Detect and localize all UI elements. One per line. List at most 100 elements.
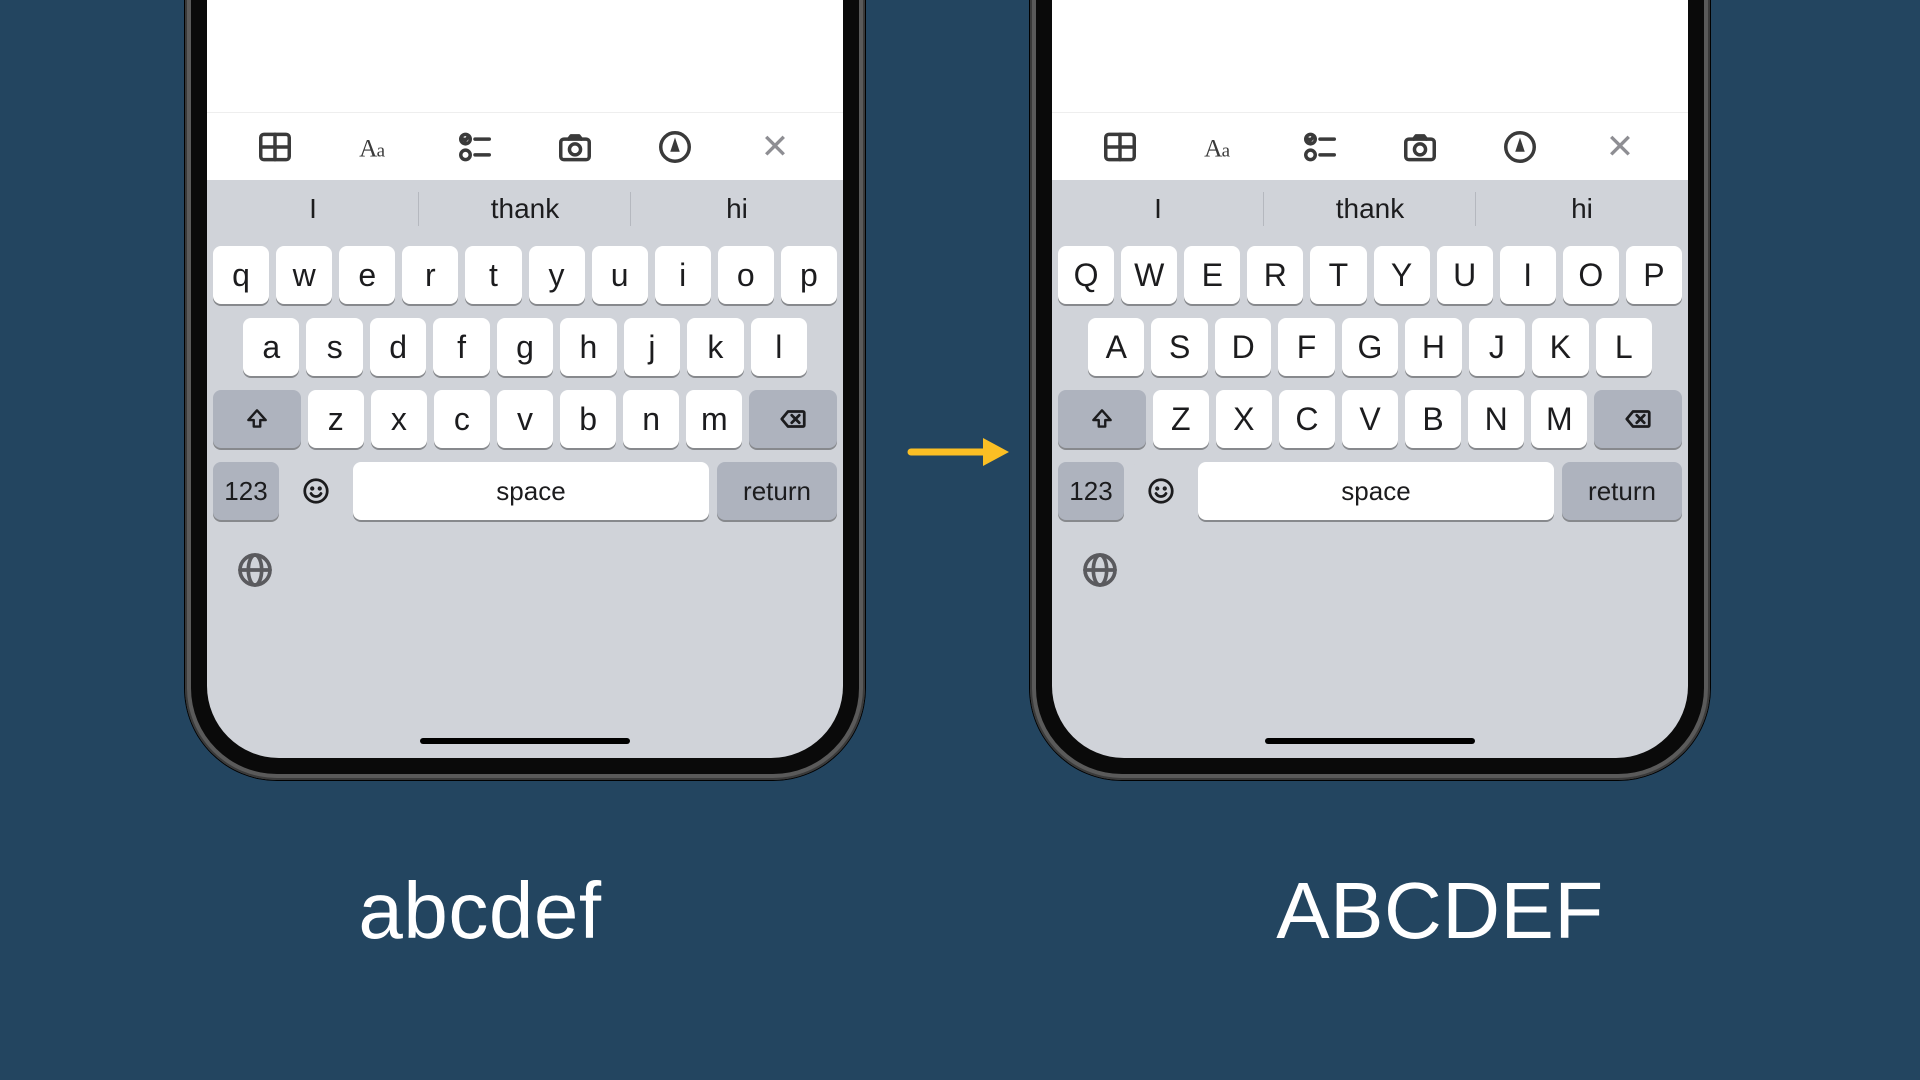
globe-row	[207, 530, 843, 610]
key-i[interactable]: i	[655, 246, 711, 304]
key-k[interactable]: K	[1532, 318, 1588, 376]
key-b[interactable]: b	[560, 390, 616, 448]
table-icon[interactable]	[252, 124, 298, 170]
return-key[interactable]: return	[1562, 462, 1682, 520]
notes-toolbar: Aa ✕	[1052, 112, 1688, 180]
key-t[interactable]: t	[465, 246, 521, 304]
shift-key[interactable]	[213, 390, 301, 448]
key-y[interactable]: Y	[1374, 246, 1430, 304]
key-v[interactable]: v	[497, 390, 553, 448]
notes-toolbar: Aa ✕	[207, 112, 843, 180]
key-p[interactable]: P	[1626, 246, 1682, 304]
key-f[interactable]: F	[1278, 318, 1334, 376]
key-r[interactable]: r	[402, 246, 458, 304]
key-x[interactable]: x	[371, 390, 427, 448]
camera-icon[interactable]	[1397, 124, 1443, 170]
key-v[interactable]: V	[1342, 390, 1398, 448]
key-k[interactable]: k	[687, 318, 743, 376]
checklist-icon[interactable]	[452, 124, 498, 170]
close-icon[interactable]: ✕	[1597, 124, 1643, 170]
key-t[interactable]: T	[1310, 246, 1366, 304]
app-content-area	[207, 0, 843, 112]
numbers-key[interactable]: 123	[213, 462, 279, 520]
numbers-key[interactable]: 123	[1058, 462, 1124, 520]
key-d[interactable]: D	[1215, 318, 1271, 376]
key-o[interactable]: o	[718, 246, 774, 304]
key-m[interactable]: m	[686, 390, 742, 448]
comparison-stage: Aa ✕ I thank hi	[0, 0, 1920, 1080]
camera-icon[interactable]	[552, 124, 598, 170]
key-f[interactable]: f	[433, 318, 489, 376]
key-c[interactable]: c	[434, 390, 490, 448]
key-q[interactable]: Q	[1058, 246, 1114, 304]
key-r[interactable]: R	[1247, 246, 1303, 304]
key-z[interactable]: Z	[1153, 390, 1209, 448]
caption-lowercase: abcdef	[0, 865, 960, 957]
key-q[interactable]: q	[213, 246, 269, 304]
key-e[interactable]: E	[1184, 246, 1240, 304]
backspace-key[interactable]	[1594, 390, 1682, 448]
emoji-key[interactable]	[1132, 462, 1190, 520]
key-e[interactable]: e	[339, 246, 395, 304]
predictive-suggestion[interactable]: hi	[1476, 180, 1688, 238]
key-i[interactable]: I	[1500, 246, 1556, 304]
predictive-suggestion[interactable]: thank	[1264, 180, 1476, 238]
shift-key[interactable]	[1058, 390, 1146, 448]
key-n[interactable]: N	[1468, 390, 1524, 448]
key-p[interactable]: p	[781, 246, 837, 304]
key-w[interactable]: w	[276, 246, 332, 304]
predictive-suggestion[interactable]: thank	[419, 180, 631, 238]
key-l[interactable]: l	[751, 318, 807, 376]
key-c[interactable]: C	[1279, 390, 1335, 448]
markup-icon[interactable]	[652, 124, 698, 170]
predictive-suggestion[interactable]: hi	[631, 180, 843, 238]
key-a[interactable]: A	[1088, 318, 1144, 376]
phone-frame: Aa ✕ I thank hi	[185, 0, 865, 780]
svg-text:a: a	[377, 140, 386, 161]
key-m[interactable]: M	[1531, 390, 1587, 448]
key-n[interactable]: n	[623, 390, 679, 448]
globe-icon[interactable]	[235, 550, 275, 590]
key-g[interactable]: G	[1342, 318, 1398, 376]
predictive-suggestion[interactable]: I	[1052, 180, 1264, 238]
phone-screen: Aa ✕ I thank hi	[1052, 0, 1688, 758]
software-keyboard: Q W E R T Y U I O P A S D	[1052, 238, 1688, 530]
key-j[interactable]: J	[1469, 318, 1525, 376]
key-z[interactable]: z	[308, 390, 364, 448]
key-x[interactable]: X	[1216, 390, 1272, 448]
key-h[interactable]: h	[560, 318, 616, 376]
key-s[interactable]: S	[1151, 318, 1207, 376]
globe-icon[interactable]	[1080, 550, 1120, 590]
checklist-icon[interactable]	[1297, 124, 1343, 170]
key-a[interactable]: a	[243, 318, 299, 376]
space-key[interactable]: space	[353, 462, 709, 520]
table-icon[interactable]	[1097, 124, 1143, 170]
key-y[interactable]: y	[529, 246, 585, 304]
predictive-suggestion[interactable]: I	[207, 180, 419, 238]
key-o[interactable]: O	[1563, 246, 1619, 304]
key-b[interactable]: B	[1405, 390, 1461, 448]
key-s[interactable]: s	[306, 318, 362, 376]
svg-text:a: a	[1222, 140, 1231, 161]
backspace-key[interactable]	[749, 390, 837, 448]
key-g[interactable]: g	[497, 318, 553, 376]
text-format-icon[interactable]: Aa	[352, 124, 398, 170]
text-format-icon[interactable]: Aa	[1197, 124, 1243, 170]
key-j[interactable]: j	[624, 318, 680, 376]
software-keyboard: q w e r t y u i o p a s d	[207, 238, 843, 530]
key-l[interactable]: L	[1596, 318, 1652, 376]
key-u[interactable]: U	[1437, 246, 1493, 304]
caption-uppercase: ABCDEF	[960, 865, 1920, 957]
return-key[interactable]: return	[717, 462, 837, 520]
key-u[interactable]: u	[592, 246, 648, 304]
key-d[interactable]: d	[370, 318, 426, 376]
home-indicator[interactable]	[420, 738, 630, 744]
arrow-icon	[905, 432, 1015, 472]
space-key[interactable]: space	[1198, 462, 1554, 520]
markup-icon[interactable]	[1497, 124, 1543, 170]
key-h[interactable]: H	[1405, 318, 1461, 376]
key-w[interactable]: W	[1121, 246, 1177, 304]
emoji-key[interactable]	[287, 462, 345, 520]
home-indicator[interactable]	[1265, 738, 1475, 744]
close-icon[interactable]: ✕	[752, 124, 798, 170]
